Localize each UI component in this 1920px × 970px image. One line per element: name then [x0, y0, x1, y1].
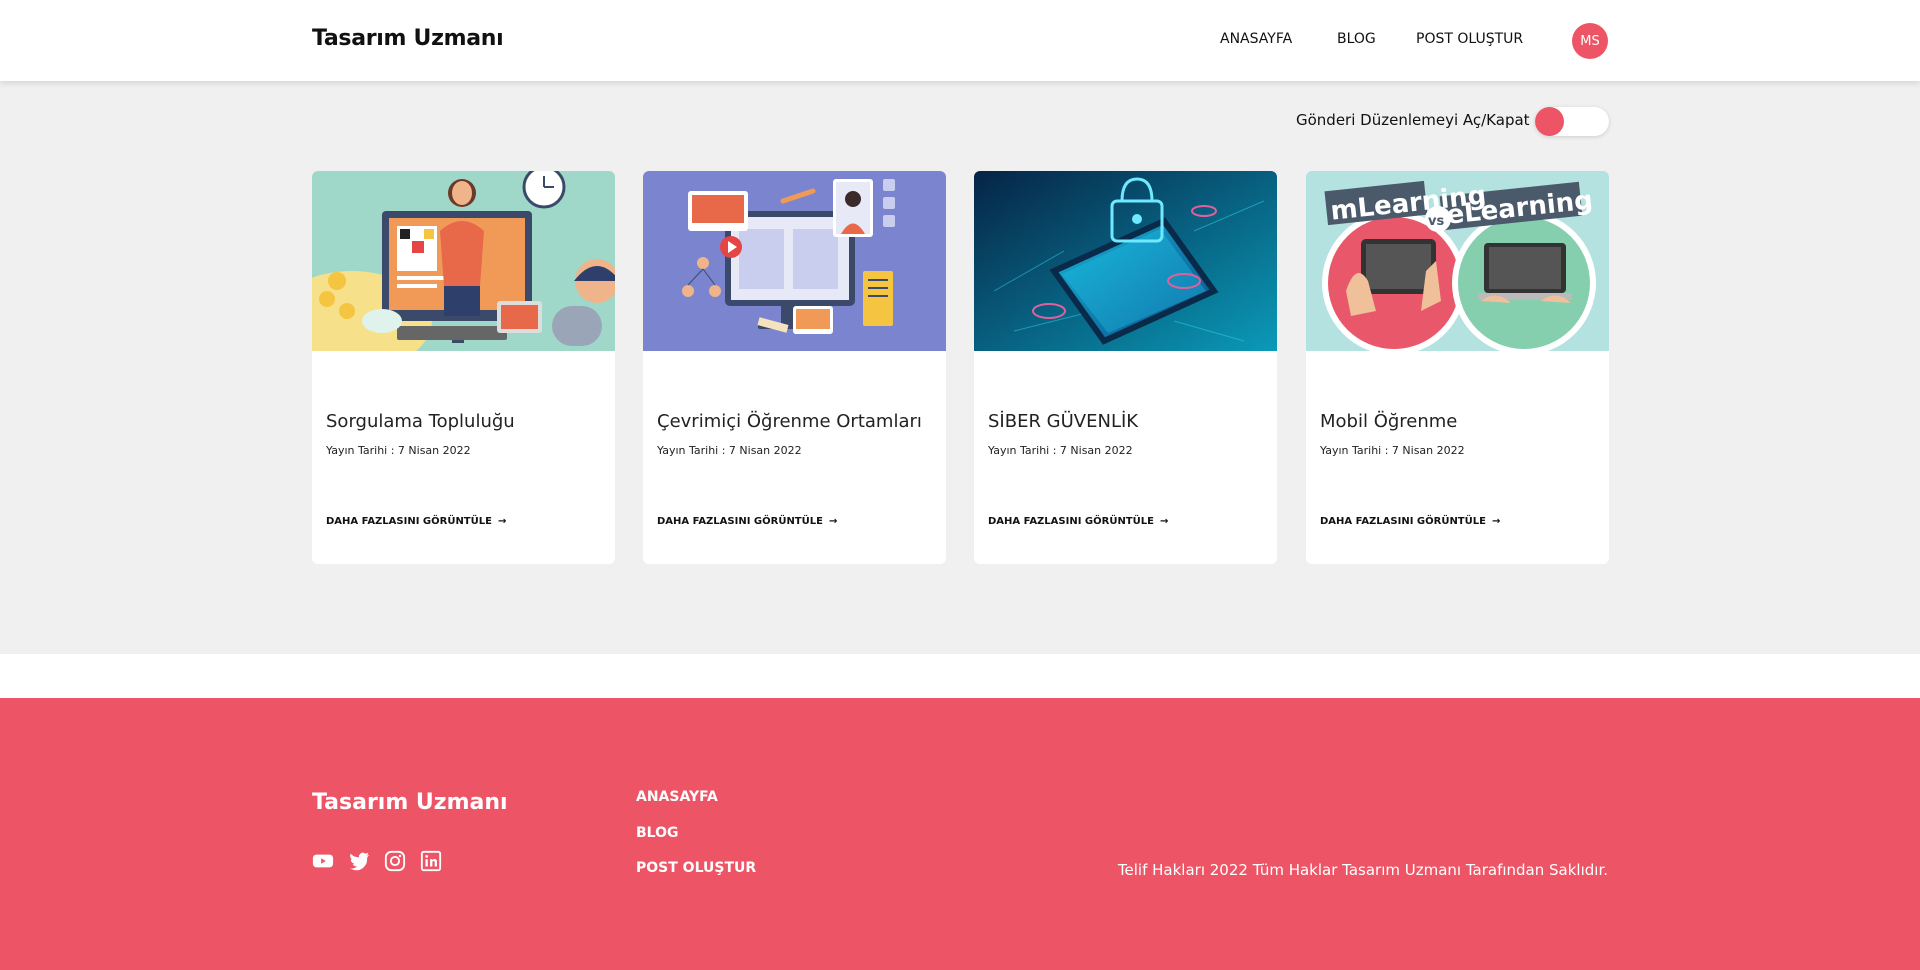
- post-card: mLearning vs eLearning Mobil Öğrenme Yay…: [1306, 171, 1609, 564]
- post-image-cyber-security: [974, 171, 1277, 351]
- view-more-link[interactable]: DAHA FAZLASINI GÖRÜNTÜLE →: [1320, 516, 1500, 527]
- footer-brand[interactable]: Tasarım Uzmanı: [312, 790, 508, 815]
- card-date: Yayın Tarihi : 7 Nisan 2022: [657, 444, 802, 457]
- view-more-link[interactable]: DAHA FAZLASINI GÖRÜNTÜLE →: [326, 516, 506, 527]
- post-image-mobile-learning: mLearning vs eLearning: [1306, 171, 1609, 351]
- footer-link-post-olustur[interactable]: POST OLUŞTUR: [636, 860, 756, 876]
- nav-blog[interactable]: BLOG: [1337, 31, 1376, 47]
- post-card: Çevrimiçi Öğrenme Ortamları Yayın Tarihi…: [643, 171, 946, 564]
- toggle-knob: [1535, 107, 1564, 136]
- arrow-right-icon: →: [828, 516, 838, 527]
- twitter-icon[interactable]: [348, 850, 370, 872]
- arrow-right-icon: →: [1491, 516, 1501, 527]
- post-image-inquiry-community: [312, 171, 615, 351]
- post-card: Sorgulama Topluluğu Yayın Tarihi : 7 Nis…: [312, 171, 615, 564]
- post-image-online-learning: [643, 171, 946, 351]
- card-date: Yayın Tarihi : 7 Nisan 2022: [1320, 444, 1465, 457]
- nav-post-olustur[interactable]: POST OLUŞTUR: [1416, 31, 1523, 47]
- main-content: Gönderi Düzenlemeyi Aç/Kapat Sorgulama T…: [0, 81, 1920, 654]
- brand-logo[interactable]: Tasarım Uzmanı: [312, 26, 504, 51]
- spacer-band: [0, 654, 1920, 698]
- footer-link-blog[interactable]: BLOG: [636, 825, 679, 841]
- avatar[interactable]: MS: [1572, 23, 1608, 59]
- footer-link-anasayfa[interactable]: ANASAYFA: [636, 789, 718, 805]
- view-more-label: DAHA FAZLASINI GÖRÜNTÜLE: [1320, 516, 1486, 527]
- post-card: SİBER GÜVENLİK Yayın Tarihi : 7 Nisan 20…: [974, 171, 1277, 564]
- edit-toggle-switch[interactable]: [1535, 107, 1609, 136]
- card-title[interactable]: Sorgulama Topluluğu: [326, 411, 515, 432]
- image-text-vs: vs: [1428, 214, 1444, 229]
- view-more-label: DAHA FAZLASINI GÖRÜNTÜLE: [657, 516, 823, 527]
- instagram-icon[interactable]: [384, 850, 406, 872]
- card-date: Yayın Tarihi : 7 Nisan 2022: [326, 444, 471, 457]
- copyright-text: Telif Hakları 2022 Tüm Haklar Tasarım Uz…: [1117, 861, 1608, 879]
- arrow-right-icon: →: [1159, 516, 1169, 527]
- top-navbar: Tasarım Uzmanı ANASAYFA BLOG POST OLUŞTU…: [0, 0, 1920, 81]
- linkedin-icon[interactable]: [420, 850, 442, 872]
- card-title[interactable]: SİBER GÜVENLİK: [988, 411, 1138, 432]
- view-more-link[interactable]: DAHA FAZLASINI GÖRÜNTÜLE →: [657, 516, 837, 527]
- view-more-label: DAHA FAZLASINI GÖRÜNTÜLE: [988, 516, 1154, 527]
- card-title[interactable]: Çevrimiçi Öğrenme Ortamları: [657, 411, 922, 432]
- nav-anasayfa[interactable]: ANASAYFA: [1220, 31, 1292, 47]
- card-title[interactable]: Mobil Öğrenme: [1320, 411, 1457, 432]
- edit-toggle-label: Gönderi Düzenlemeyi Aç/Kapat: [1296, 111, 1530, 129]
- view-more-label: DAHA FAZLASINI GÖRÜNTÜLE: [326, 516, 492, 527]
- view-more-link[interactable]: DAHA FAZLASINI GÖRÜNTÜLE →: [988, 516, 1168, 527]
- footer: Tasarım Uzmanı ANASAYFA BLOG POST OLUŞTU…: [0, 698, 1920, 970]
- card-date: Yayın Tarihi : 7 Nisan 2022: [988, 444, 1133, 457]
- youtube-icon[interactable]: [312, 850, 334, 872]
- arrow-right-icon: →: [497, 516, 507, 527]
- social-links: [312, 850, 442, 872]
